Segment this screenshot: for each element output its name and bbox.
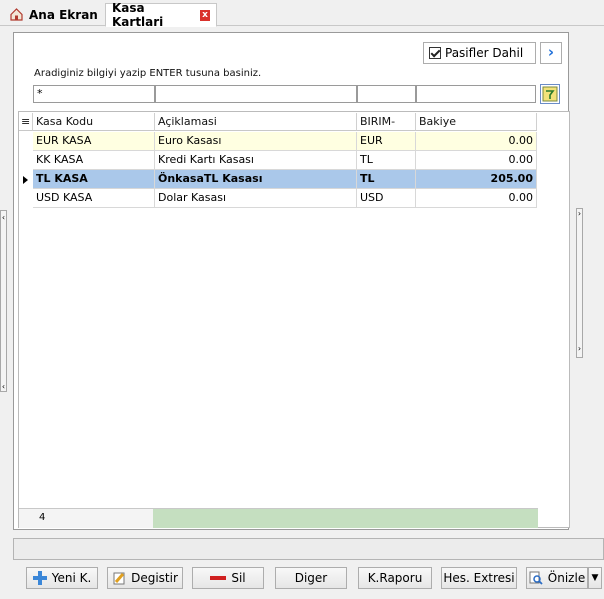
cell-desc: Dolar Kasası [155,189,357,208]
cell-unit: USD [357,189,416,208]
column-header-aciklamasi[interactable]: Açiklamasi [155,113,357,131]
new-button-label: Yeni K. [51,571,92,585]
row-indicator [19,189,33,208]
cell-desc: Kredi Kartı Kasası [155,151,357,170]
minus-icon [210,576,227,580]
filter-input-desc[interactable] [155,85,357,103]
row-indicator [19,151,33,170]
report-button[interactable]: K.Raporu [358,567,432,589]
cell-balance: 205.00 [416,170,537,189]
table-row[interactable]: EUR KASA Euro Kasası EUR 0.00 [19,132,537,151]
chevron-right-icon: › [577,209,582,218]
status-bar [13,538,604,560]
close-icon[interactable]: x [200,9,210,21]
table-row[interactable]: TL KASA ÖnkasaTL Kasası TL 205.00 [19,170,537,189]
preview-dropdown-button[interactable]: ▼ [588,567,602,589]
cell-balance: 0.00 [416,132,537,151]
filter-icon [542,86,558,102]
chevron-down-icon: ▼ [591,573,599,583]
filter-clear-button[interactable] [540,84,560,104]
cell-unit: EUR [357,132,416,151]
chevron-right-icon: › [577,344,582,353]
left-collapse-handle[interactable]: ‹ ‹ [0,210,7,392]
magnifier-icon [529,571,543,585]
filter-input-code[interactable]: * [33,85,155,103]
cell-unit: TL [357,151,416,170]
other-button[interactable]: Diger [275,567,347,589]
home-icon [10,8,23,21]
tab-ana-ekran[interactable]: Ana Ekran [4,3,104,26]
preview-button-label: Önizle [547,571,586,585]
tab-label: Kasa Kartlari [112,1,164,29]
current-row-arrow-icon [23,176,28,184]
statement-button[interactable]: Hes. Extresi [441,567,517,589]
pasif-label: Pasifler Dahil [445,46,524,60]
filter-input-balance[interactable] [416,85,536,103]
filter-input-unit[interactable] [357,85,416,103]
edit-button-label: Degistir [131,571,178,585]
delete-button-label: Sil [231,571,246,585]
preview-button[interactable]: Önizle [526,567,588,589]
cell-unit: TL [357,170,416,189]
pasifler-dahil-checkbox[interactable]: Pasifler Dahil [423,42,536,64]
search-hint: Aradiginiz bilgiyi yazip ENTER tusuna ba… [34,68,262,79]
other-button-label: Diger [294,571,328,585]
plus-icon [32,571,47,585]
column-header-birim[interactable]: BIRIM- [357,113,416,131]
right-collapse-handle[interactable]: › › [576,208,583,358]
table-row[interactable]: KK KASA Kredi Kartı Kasası TL 0.00 [19,151,537,170]
record-count: 4 [39,512,46,523]
report-button-label: K.Raporu [367,571,423,585]
cell-code: USD KASA [33,189,155,208]
cell-desc: ÖnkasaTL Kasası [155,170,357,189]
edit-button[interactable]: Degistir [107,567,183,589]
cell-code: EUR KASA [33,132,155,151]
cell-code: TL KASA [33,170,155,189]
table-row[interactable]: USD KASA Dolar Kasası USD 0.00 [19,189,537,208]
chevron-left-icon: ‹ [1,213,6,222]
footer-summary-bar [153,509,538,528]
tab-kasa-kartlari[interactable]: Kasa Kartlari x [105,1,217,29]
new-button[interactable]: Yeni K. [26,567,98,589]
cell-balance: 0.00 [416,189,537,208]
tab-label: Ana Ekran [29,7,98,22]
cell-code: KK KASA [33,151,155,170]
cell-desc: Euro Kasası [155,132,357,151]
tab-strip: Ana Ekran Kasa Kartlari x [0,0,604,29]
row-indicator [19,170,33,189]
checkbox-icon[interactable] [429,47,441,59]
column-header-bakiye[interactable]: Bakiye [416,113,537,131]
column-header-kasa-kodu[interactable]: Kasa Kodu [33,113,155,131]
delete-button[interactable]: Sil [192,567,264,589]
statement-button-label: Hes. Extresi [443,571,515,585]
chevron-left-icon: ‹ [1,382,6,391]
next-button[interactable]: › [540,42,562,64]
pencil-icon [113,572,125,585]
grid-menu-icon[interactable]: ≡ [19,113,33,131]
row-indicator [19,132,33,151]
chevron-right-icon: › [547,43,555,61]
cell-balance: 0.00 [416,151,537,170]
